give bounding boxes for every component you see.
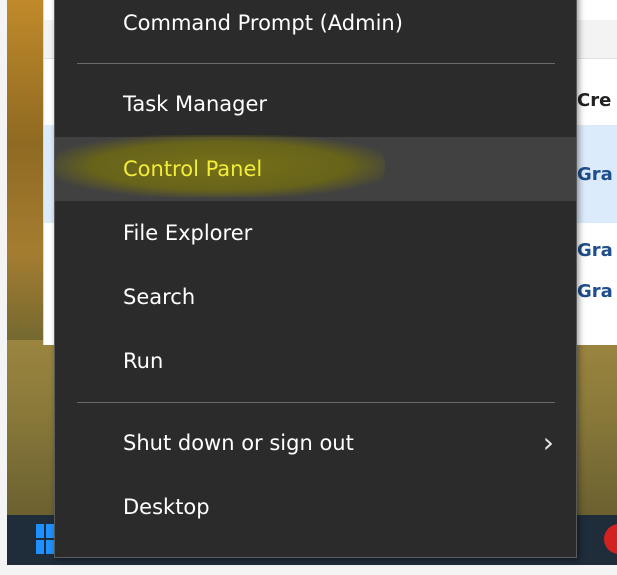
menu-item-file-explorer[interactable]: File Explorer xyxy=(55,201,576,265)
wallpaper-trees xyxy=(7,0,47,360)
screenshot-border xyxy=(0,0,7,575)
chevron-right-icon: › xyxy=(542,426,554,459)
menu-item-search[interactable]: Search xyxy=(55,265,576,329)
menu-item-label: Run xyxy=(123,349,164,373)
menu-item-label: File Explorer xyxy=(123,221,253,245)
menu-item-command-prompt-admin[interactable]: Command Prompt (Admin) xyxy=(55,0,576,55)
menu-item-label: Control Panel xyxy=(123,157,263,181)
menu-item-desktop[interactable]: Desktop xyxy=(55,475,576,539)
menu-item-label: Task Manager xyxy=(123,92,268,116)
background-cell: Gra xyxy=(577,281,613,302)
menu-separator xyxy=(77,63,555,64)
menu-item-label: Desktop xyxy=(123,495,210,519)
menu-item-task-manager[interactable]: Task Manager xyxy=(55,72,576,136)
menu-item-run[interactable]: Run xyxy=(55,329,576,393)
menu-item-control-panel[interactable]: Control Panel xyxy=(55,135,576,201)
menu-item-label: Command Prompt (Admin) xyxy=(123,11,403,35)
background-cell: Gra xyxy=(577,240,613,261)
background-cell: Gra xyxy=(577,164,613,185)
menu-separator xyxy=(77,402,555,403)
windows-logo-icon[interactable] xyxy=(36,524,54,554)
screenshot-border xyxy=(0,565,617,575)
menu-item-label: Shut down or sign out xyxy=(123,431,354,455)
power-user-menu: Command Prompt (Admin) Task Manager Cont… xyxy=(54,0,577,558)
menu-item-shut-down-or-sign-out[interactable]: Shut down or sign out › xyxy=(55,411,576,475)
menu-item-label: Search xyxy=(123,285,196,309)
background-column-header: Cre xyxy=(577,90,612,111)
